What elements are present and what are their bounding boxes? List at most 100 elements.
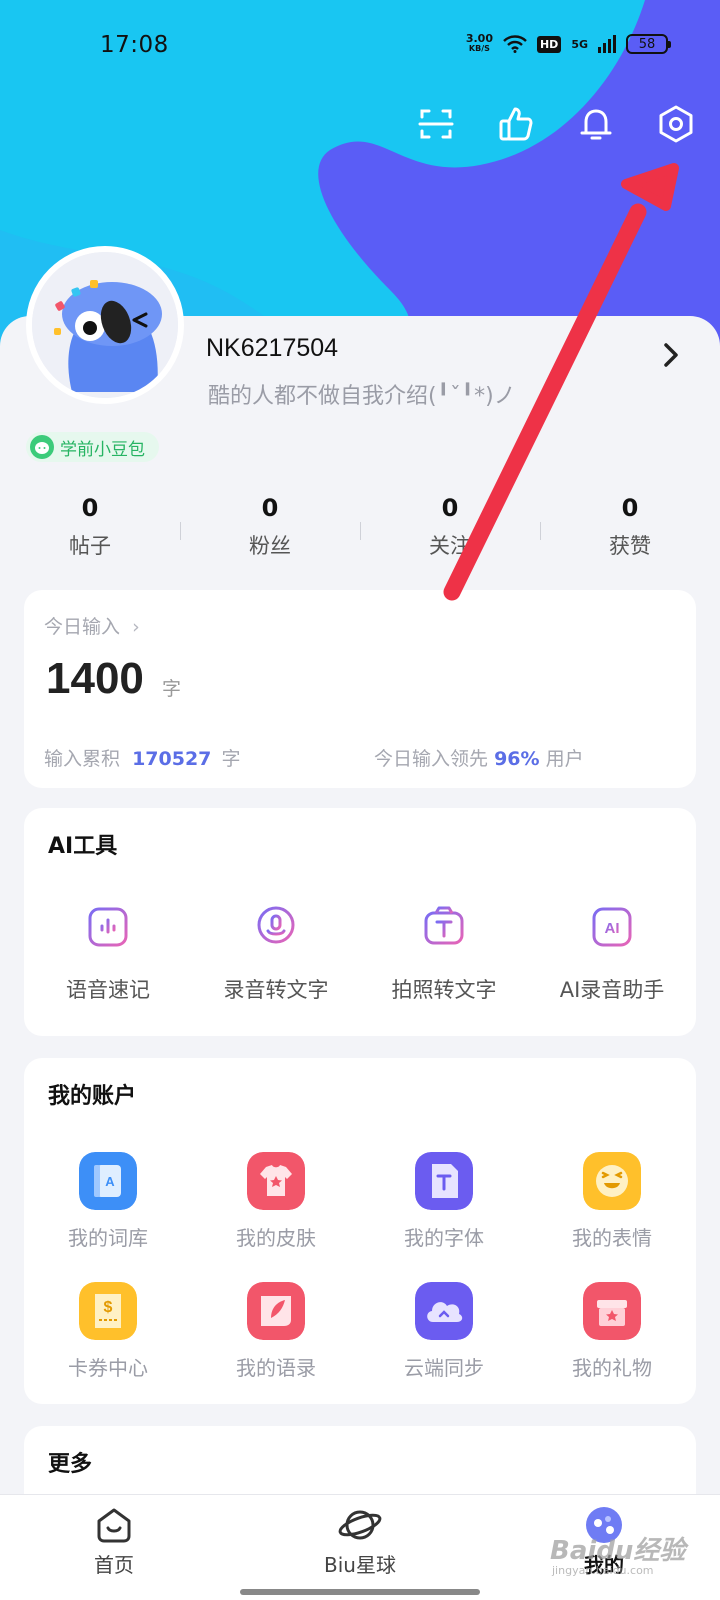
cloud-sync-icon xyxy=(415,1282,473,1340)
ai-tool-voice-note[interactable]: 语音速记 xyxy=(24,904,192,1014)
input-rank-suffix: 用户 xyxy=(545,748,584,770)
account-item-label: 我的字体 xyxy=(404,1226,484,1250)
avatar[interactable] xyxy=(26,246,184,404)
planet-icon xyxy=(338,1510,382,1540)
my-account-card: 我的账户 A 我的词库 我的皮肤 我的字体 我的表情 $ 卡券中心 我的语录 云… xyxy=(24,1058,696,1404)
account-item-quote[interactable]: 我的语录 xyxy=(192,1282,360,1400)
account-item-lexicon[interactable]: A 我的词库 xyxy=(24,1152,192,1270)
net-speed-value: 3.00 xyxy=(465,32,493,45)
nav-home[interactable]: 首页 xyxy=(44,1495,184,1600)
skin-icon xyxy=(247,1152,305,1210)
signal-icon xyxy=(598,35,616,53)
net-speed-unit: KB/S xyxy=(468,44,490,53)
username[interactable]: NK6217504 xyxy=(206,334,338,363)
nav-label: 首页 xyxy=(94,1553,134,1577)
screen: 17:08 3.00 KB/S HD 5G 58 NK6217504 酷的人都不… xyxy=(0,0,720,1600)
net-speed: 3.00 KB/S xyxy=(465,32,493,54)
voice-note-icon xyxy=(88,907,128,947)
nav-planet[interactable]: Biu星球 xyxy=(290,1495,430,1600)
svg-text:A: A xyxy=(105,1174,115,1189)
stat-following[interactable]: 0 关注 xyxy=(360,494,540,564)
battery-icon: 58 xyxy=(626,34,671,54)
account-item-skin[interactable]: 我的皮肤 xyxy=(192,1152,360,1270)
stats-row: 0 帖子 0 粉丝 0 关注 0 获赞 xyxy=(0,494,720,564)
stat-likes[interactable]: 0 获赞 xyxy=(540,494,720,564)
status-bar: 17:08 3.00 KB/S HD 5G 58 xyxy=(0,0,720,90)
stat-fans[interactable]: 0 粉丝 xyxy=(180,494,360,564)
ai-tool-label: 语音速记 xyxy=(66,978,150,1002)
status-icons: 3.00 KB/S HD 5G 58 xyxy=(465,32,671,54)
ai-tool-ai-record-assistant[interactable]: AI AI录音助手 xyxy=(528,904,696,1014)
total-input-unit: 字 xyxy=(221,748,241,770)
today-input-count: 1400 xyxy=(46,654,144,703)
today-input-title[interactable]: 今日输入 › xyxy=(44,612,140,639)
today-input-title-text: 今日输入 xyxy=(44,616,121,638)
account-item-label: 卡券中心 xyxy=(68,1356,148,1380)
stat-value: 0 xyxy=(261,494,279,522)
account-item-coupon[interactable]: $ 卡券中心 xyxy=(24,1282,192,1400)
total-input-label: 输入累积 xyxy=(44,748,121,770)
more-title: 更多 xyxy=(48,1452,93,1477)
ai-tool-record-to-text[interactable]: 录音转文字 xyxy=(192,904,360,1014)
status-time: 17:08 xyxy=(100,32,169,58)
divider xyxy=(180,522,181,540)
home-indicator[interactable] xyxy=(240,1589,480,1595)
ai-tool-label: 录音转文字 xyxy=(223,978,329,1002)
account-item-font[interactable]: 我的字体 xyxy=(360,1152,528,1270)
settings-icon[interactable] xyxy=(656,104,696,144)
bio[interactable]: 酷的人都不做自我介绍(╹ˇ╹*)ノ xyxy=(208,378,553,410)
stat-posts[interactable]: 0 帖子 xyxy=(0,494,180,564)
emoji-icon xyxy=(583,1152,641,1210)
network-type: 5G xyxy=(571,37,588,51)
today-input-card[interactable]: 今日输入 › 1400 字 输入累积 170527 字 今日输入领先 96% 用… xyxy=(24,590,696,788)
account-item-label: 我的皮肤 xyxy=(236,1226,316,1250)
svg-text:$: $ xyxy=(104,1299,113,1316)
bell-icon[interactable] xyxy=(576,104,616,144)
ai-record-assistant-icon: AI xyxy=(592,907,632,947)
lexicon-icon: A xyxy=(79,1152,137,1210)
home-icon xyxy=(97,1508,131,1543)
battery-level: 58 xyxy=(638,36,656,52)
quote-icon xyxy=(247,1282,305,1340)
input-rank-value: 96% xyxy=(494,748,540,770)
total-input-value: 170527 xyxy=(132,748,212,770)
account-item-label: 我的词库 xyxy=(68,1226,148,1250)
level-badge[interactable]: 学前小豆包 xyxy=(26,432,159,462)
account-item-label: 我的礼物 xyxy=(572,1356,652,1380)
account-item-cloud-sync[interactable]: 云端同步 xyxy=(360,1282,528,1400)
like-icon[interactable] xyxy=(496,104,536,144)
chevron-right-icon: › xyxy=(132,616,140,638)
photo-to-text-icon xyxy=(424,906,464,945)
scan-icon[interactable] xyxy=(416,104,456,144)
input-rank-label: 今日输入领先 xyxy=(374,748,489,770)
gift-icon xyxy=(583,1282,641,1340)
account-item-label: 我的语录 xyxy=(236,1356,316,1380)
stat-label: 粉丝 xyxy=(249,534,291,558)
ai-tool-label: AI录音助手 xyxy=(559,978,665,1002)
ai-tools-card: AI工具 语音速记 录音转文字 拍照转文字 AI AI录音助手 xyxy=(24,808,696,1036)
watermark: Baidu经验 xyxy=(550,1536,686,1566)
stat-value: 0 xyxy=(621,494,639,522)
stat-value: 0 xyxy=(81,494,99,522)
today-input-unit: 字 xyxy=(162,678,182,700)
my-account-title: 我的账户 xyxy=(48,1084,137,1109)
account-row-1: A 我的词库 我的皮肤 我的字体 我的表情 xyxy=(24,1152,696,1270)
stat-label: 获赞 xyxy=(609,534,651,558)
account-item-gift[interactable]: 我的礼物 xyxy=(528,1282,696,1400)
font-icon xyxy=(415,1152,473,1210)
watermark-url: jingyan.baidu.com xyxy=(552,1564,654,1577)
chevron-right-icon[interactable] xyxy=(660,340,684,370)
divider xyxy=(360,522,361,540)
ai-tools-row: 语音速记 录音转文字 拍照转文字 AI AI录音助手 xyxy=(24,904,696,1014)
badge-label: 学前小豆包 xyxy=(60,439,145,460)
input-rank: 今日输入领先 96% 用户 xyxy=(374,744,584,771)
account-item-emoji[interactable]: 我的表情 xyxy=(528,1152,696,1270)
account-item-label: 我的表情 xyxy=(572,1226,652,1250)
ai-tool-photo-to-text[interactable]: 拍照转文字 xyxy=(360,904,528,1014)
nav-label: Biu星球 xyxy=(324,1553,396,1577)
ai-tool-label: 拍照转文字 xyxy=(391,978,497,1002)
account-item-label: 云端同步 xyxy=(404,1356,484,1380)
stat-value: 0 xyxy=(441,494,459,522)
stat-label: 关注 xyxy=(429,534,471,558)
account-row-2: $ 卡券中心 我的语录 云端同步 我的礼物 xyxy=(24,1282,696,1400)
